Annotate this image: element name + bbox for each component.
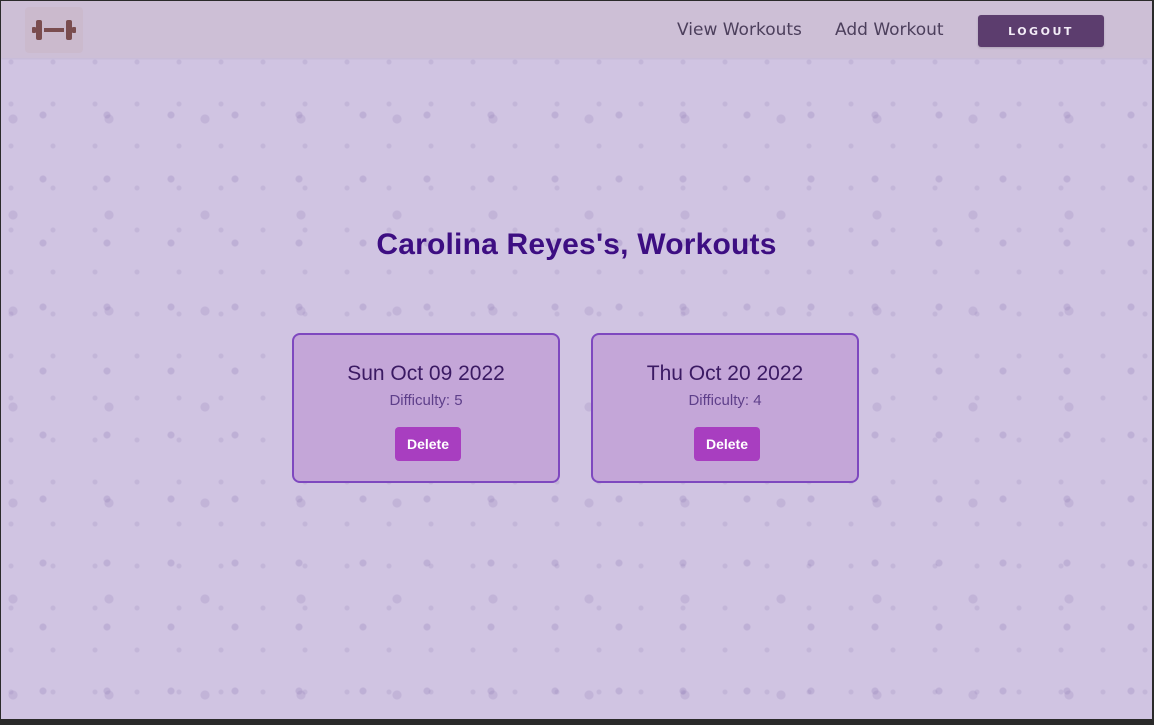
navbar: View Workouts Add Workout LOGOUT xyxy=(1,1,1152,58)
workout-date: Thu Oct 20 2022 xyxy=(646,362,804,385)
logo[interactable] xyxy=(25,7,83,53)
nav-link-view-workouts[interactable]: View Workouts xyxy=(677,20,802,40)
app-window: View Workouts Add Workout LOGOUT Carolin… xyxy=(1,1,1152,719)
page-title: Carolina Reyes's, Workouts xyxy=(376,228,777,261)
logout-button[interactable]: LOGOUT xyxy=(978,15,1104,47)
delete-workout-button[interactable]: Delete xyxy=(694,427,760,461)
workout-difficulty: Difficulty: 4 xyxy=(688,392,762,409)
workout-difficulty: Difficulty: 5 xyxy=(389,392,463,409)
workout-card: Thu Oct 20 2022 Difficulty: 4 Delete xyxy=(591,333,859,483)
nav-link-add-workout[interactable]: Add Workout xyxy=(835,20,944,40)
dumbbell-icon xyxy=(32,20,76,40)
workout-date: Sun Oct 09 2022 xyxy=(347,362,505,385)
delete-workout-button[interactable]: Delete xyxy=(395,427,461,461)
workout-card: Sun Oct 09 2022 Difficulty: 5 Delete xyxy=(292,333,560,483)
